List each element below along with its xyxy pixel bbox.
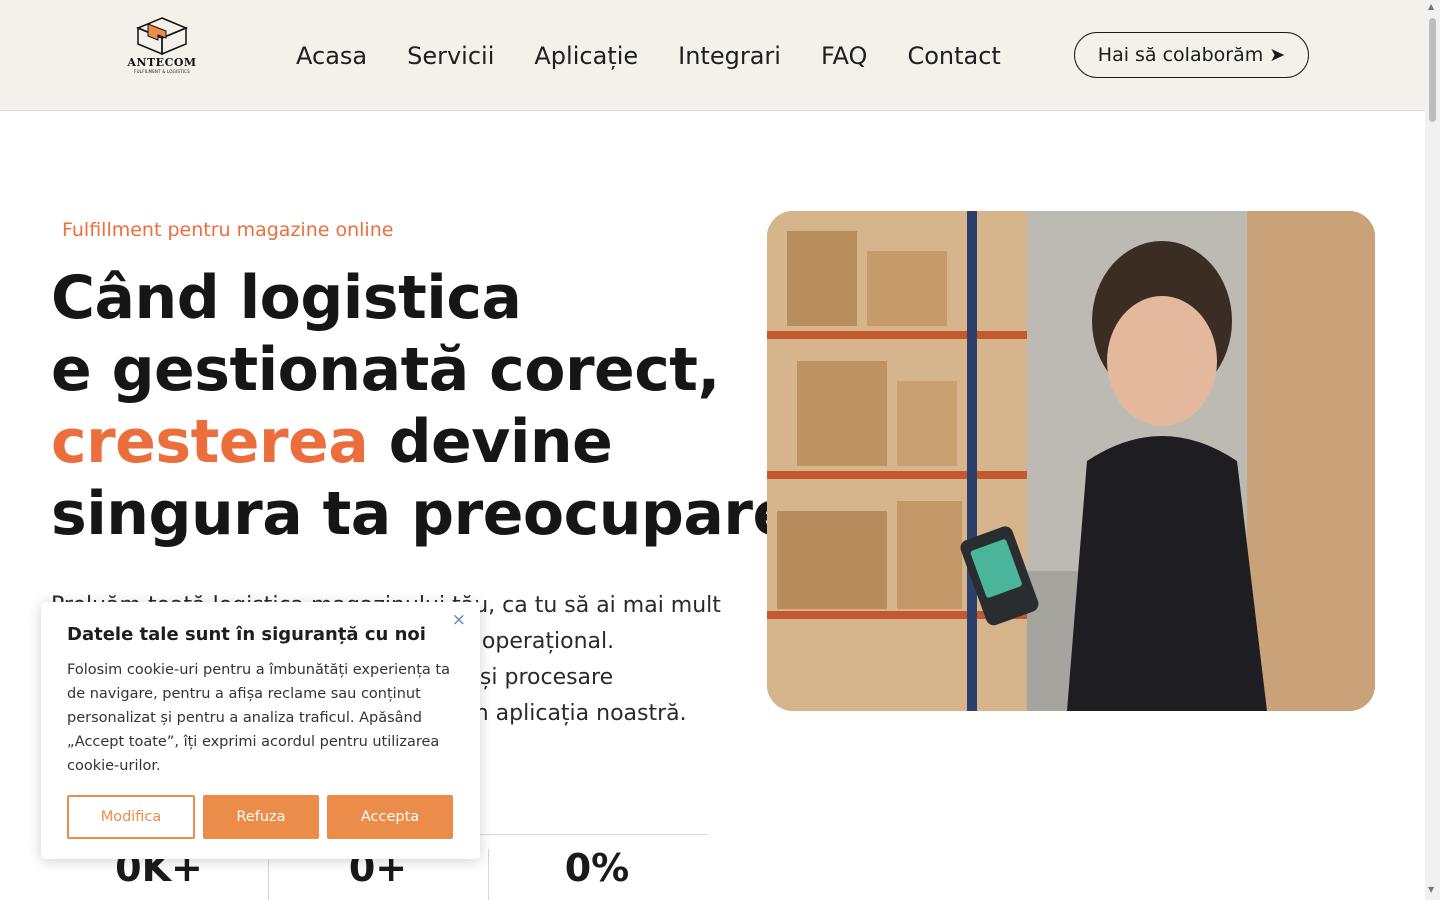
- nav-item-contact[interactable]: Contact: [907, 40, 1000, 72]
- hero-title-line-3-rest: devine: [368, 407, 613, 477]
- logo-tagline: FULFILMENT & LOGISTICS: [134, 69, 190, 74]
- scrollbar-thumb[interactable]: [1429, 18, 1436, 122]
- cookie-modify-button[interactable]: Modifica: [67, 795, 195, 839]
- cookie-refuse-button[interactable]: Refuza: [203, 795, 319, 839]
- hero-title: Când logistica e gestionată corect, cres…: [51, 262, 793, 550]
- nav-item-acasa[interactable]: Acasa: [296, 40, 367, 72]
- box-icon: [136, 17, 188, 56]
- nav-item-integrari[interactable]: Integrari: [678, 40, 781, 72]
- nav-item-faq[interactable]: FAQ: [821, 40, 868, 72]
- hero-title-line-1: Când logistica: [51, 263, 522, 333]
- warehouse-illustration: [767, 211, 1375, 711]
- hero-eyebrow: Fulfillment pentru magazine online: [62, 219, 394, 241]
- cookie-text-line: Folosim cookie-uri pentru a îmbunătăți e…: [67, 662, 450, 678]
- collaborate-button[interactable]: Hai să colaborăm ➤: [1074, 32, 1309, 78]
- cookie-title: Datele tale sunt în siguranță cu noi: [67, 624, 426, 645]
- hero-title-line-3: cresterea devine: [51, 406, 751, 478]
- cookie-text-line: de navigare, pentru a afișa reclame sau …: [67, 686, 421, 702]
- scroll-up-icon[interactable]: ▲: [1428, 2, 1434, 11]
- hero-title-line-4: singura ta preocupare: [51, 479, 793, 549]
- nav-item-servicii[interactable]: Servicii: [407, 40, 494, 72]
- hero-title-line-2: e gestionată corect,: [51, 335, 720, 405]
- cookie-consent-banner: × Datele tale sunt în siguranță cu noi F…: [41, 602, 480, 859]
- site-header: ANTECOM FULFILMENT & LOGISTICS Acasa Ser…: [0, 0, 1425, 111]
- logo[interactable]: ANTECOM FULFILMENT & LOGISTICS: [126, 16, 198, 88]
- cookie-text-line: personalizat și pentru a analiza traficu…: [67, 710, 422, 726]
- cookie-accept-button[interactable]: Accepta: [327, 795, 453, 839]
- main-nav: Acasa Servicii Aplicație Integrari FAQ C…: [296, 40, 1001, 72]
- cookie-text: Folosim cookie-uri pentru a îmbunătăți e…: [67, 658, 450, 778]
- cookie-text-line: „Accept toate”, îți exprimi acordul pent…: [67, 734, 440, 750]
- stat-value: 0%: [564, 846, 630, 890]
- logo-name: ANTECOM: [127, 56, 197, 69]
- cookie-text-line: cookie-urilor.: [67, 758, 161, 774]
- hero-title-accent: cresterea: [51, 407, 369, 477]
- close-icon[interactable]: ×: [452, 610, 466, 630]
- nav-item-aplicatie[interactable]: Aplicație: [534, 40, 638, 72]
- page-scrollbar[interactable]: ▲ ▼: [1425, 0, 1440, 900]
- hero-warehouse-photo: [767, 211, 1375, 711]
- scroll-down-icon[interactable]: ▼: [1428, 885, 1434, 894]
- stat-separator: [488, 849, 489, 900]
